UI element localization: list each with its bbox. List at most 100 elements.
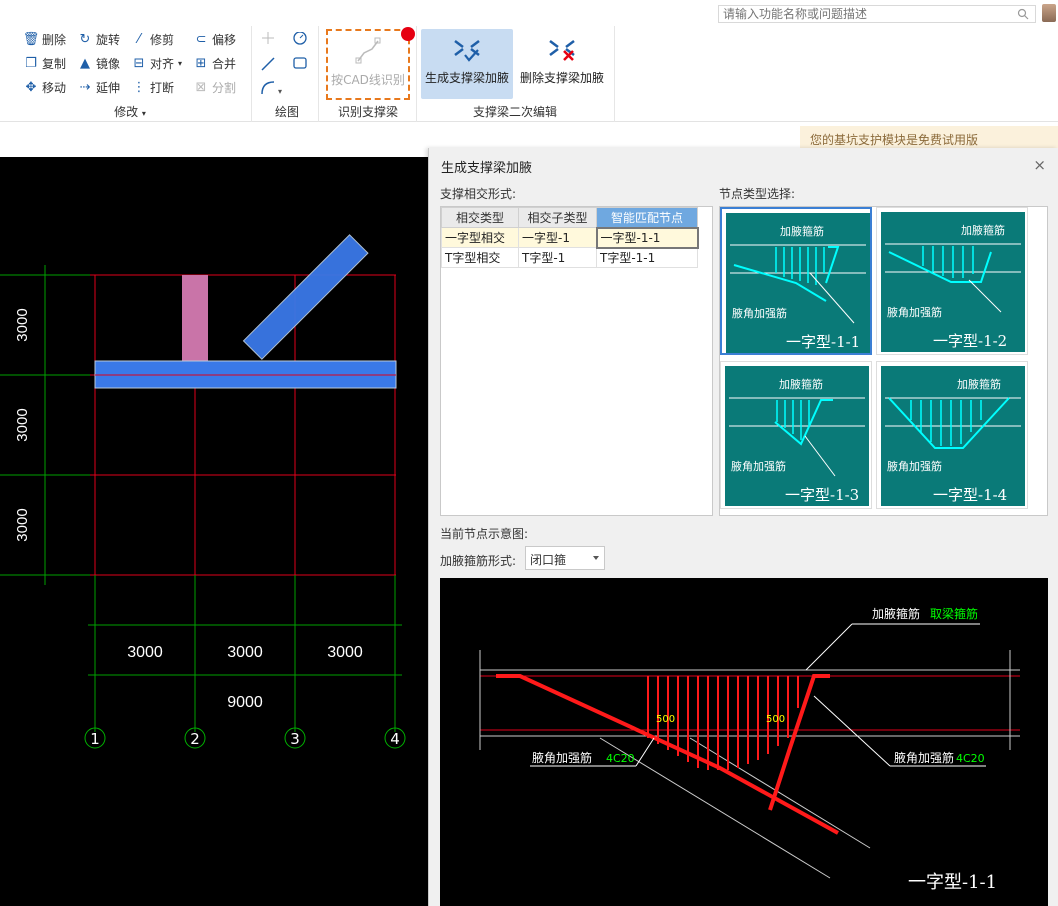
merge-tool[interactable]: ⊞ 合并 [194,53,236,73]
draw-tools[interactable]: ▾ [260,32,312,96]
node-preview: 500 500 加腋箍筋 取梁箍筋 腋角加强筋 4C20 腋角加强筋 4C20 … [440,578,1048,906]
break-tool[interactable]: ⋮ 打断 [132,77,175,97]
ribbon-separator [318,26,319,122]
point-icon [262,32,274,44]
line-icon [261,57,275,71]
copy-icon: ❐ [25,55,37,71]
rebar-form-label: 加腋箍筋形式: [440,554,517,568]
node-preview-diagram: 500 500 加腋箍筋 取梁箍筋 腋角加强筋 4C20 腋角加强筋 4C20 … [479,606,1020,893]
offset-icon: ⊂ [195,31,207,47]
arc-icon: ▾ [261,81,282,96]
cell-type[interactable]: 一字型相交 [441,227,519,248]
search-input[interactable] [719,6,1009,22]
modify-expand-icon[interactable]: ▾ [142,109,146,118]
svg-text:▾: ▾ [278,87,282,96]
node-thumb-3[interactable]: 加腋箍筋 腋角加强筋 一字型-1-3 [720,361,872,509]
split-label: 分割 [212,80,237,95]
col-header-subtype: 相交子类型 [518,207,597,228]
cad-identify-label: 按CAD线识别 [331,73,405,87]
user-avatar[interactable] [1042,4,1056,22]
cell-type[interactable]: T字型相交 [441,247,519,268]
notification-dot [401,27,415,41]
node3-top-label: 加腋箍筋 [779,377,823,391]
delete-haunch-label: 删除支撑梁加腋 [519,71,604,85]
drawing-canvas[interactable]: 3000 3000 3000 3000 3000 3000 9000 1 2 3… [0,157,428,906]
intersect-section-label: 支撑相交形式: [440,187,517,201]
node-thumb-4[interactable]: 加腋箍筋 腋角加强筋 一字型-1-4 [876,361,1028,509]
align-tool[interactable]: ⊟ 对齐 ▾ [132,53,182,73]
trial-notice: 您的基坑支护模块是免费试用版 [800,126,1058,150]
rotate-tool[interactable]: ↻ 旋转 [78,29,120,49]
dim-v-3: 3000 [14,508,31,541]
cell-subtype[interactable]: 一字型-1 [518,227,597,248]
pink-strut [182,275,208,361]
modify-group-text: 修改 [114,105,139,119]
axis-bubbles [84,727,406,749]
align-icon: ⊟ [133,55,145,71]
node-thumb-2[interactable]: 加腋箍筋 腋角加强筋 一字型-1-2 [876,207,1028,355]
trim-icon: ⁄ [137,31,141,47]
search-box[interactable] [718,5,1036,23]
delete-tool[interactable]: 🗑 删除 [23,29,67,49]
merge-icon: ⊞ [195,55,207,71]
node-diagram-3: 加腋箍筋 腋角加强筋 一字型-1-3 [725,366,869,506]
cad-identify-button[interactable]: 按CAD线识别 [326,29,410,100]
extend-icon: ⇢ [79,79,91,95]
cell-subtype[interactable]: T字型-1 [518,247,597,268]
preview-dim-2: 500 [766,714,785,725]
table-row[interactable]: T字型相交 T字型-1 T字型-1-1 [441,247,698,268]
col-header-type: 相交类型 [441,207,519,228]
offset-tool[interactable]: ⊂ 偏移 [194,29,236,49]
ribbon-separator [251,26,252,122]
align-dropdown-icon: ▾ [178,58,183,68]
node4-top-label: 加腋箍筋 [957,377,1001,391]
intersect-table-panel: 相交类型 相交子类型 智能匹配节点 一字型相交 一字型-1 一字型-1-1 T字… [440,206,713,516]
cad-line-icon [355,37,381,64]
dim-total: 9000 [227,694,263,711]
cell-node[interactable]: T字型-1-1 [596,247,698,268]
modify-group-label: 修改 ▾ [100,103,160,120]
node-diagram-1: 加腋箍筋 腋角加强筋 一字型-1-1 [726,213,870,353]
node4-bottom-label: 腋角加强筋 [887,459,942,473]
delete-haunch-button[interactable]: 删除支撑梁加腋 [516,29,608,99]
delete-label: 删除 [42,32,67,47]
mirror-tool[interactable]: ▲ 镜像 [78,53,120,73]
node2-title: 一字型-1-2 [933,332,1007,350]
extend-tool[interactable]: ⇢ 延伸 [78,77,120,97]
generate-haunch-button[interactable]: 生成支撑梁加腋 [421,29,513,99]
preview-top-sub: 取梁箍筋 [930,606,978,621]
offset-label: 偏移 [212,32,237,47]
rebar-form-value: 闭口箍 [530,553,567,567]
move-icon: ✥ [25,79,37,95]
intersect-table: 相交类型 相交子类型 智能匹配节点 一字型相交 一字型-1 一字型-1-1 T字… [441,207,699,268]
dialog-title: 生成支撑梁加腋 [441,161,533,176]
node-diagram-4: 加腋箍筋 腋角加强筋 一字型-1-4 [881,366,1025,506]
rect-icon [293,57,307,69]
ribbon: 🗑 删除 ↻ 旋转 ⁄ 修剪 ⊂ 偏移 ❐ 复制 ▲ 镜像 ⊟ 对齐 ▾ ⊞ 合并 ✥ 移动 ⇢ 延伸… [0,26,1058,122]
plan-drawing[interactable]: 3000 3000 3000 3000 3000 3000 9000 1 2 3… [0,157,428,906]
dim-h-1: 3000 [127,644,163,661]
ribbon-separator [614,26,615,122]
copy-tool[interactable]: ❐ 复制 [24,53,66,73]
table-row[interactable]: 一字型相交 一字型-1 一字型-1-1 [441,226,699,249]
node-thumb-1[interactable]: 加腋箍筋 腋角加强筋 一字型-1-1 [720,207,872,355]
node1-title: 一字型-1-1 [786,333,860,351]
split-tool[interactable]: ⊠ 分割 [194,77,236,97]
move-tool[interactable]: ✥ 移动 [24,77,66,97]
node-diagram-2: 加腋箍筋 腋角加强筋 一字型-1-2 [881,212,1025,352]
node1-bottom-label: 腋角加强筋 [732,306,787,320]
generate-haunch-label: 生成支撑梁加腋 [424,71,509,85]
rotate-label: 旋转 [96,32,121,47]
merge-label: 合并 [212,56,237,71]
align-label: 对齐 [150,56,175,71]
node1-top-label: 加腋箍筋 [780,224,824,238]
trim-tool[interactable]: ⁄ 修剪 [132,29,174,49]
close-icon[interactable]: × [1033,156,1046,174]
rebar-form-select[interactable]: 闭口箍 [525,546,605,570]
break-icon: ⋮ [132,79,146,95]
preview-top-label: 加腋箍筋 [872,606,920,621]
cell-node[interactable]: 一字型-1-1 [595,226,699,249]
search-icon[interactable] [1017,8,1029,20]
break-label: 打断 [150,80,175,95]
ribbon-separator [416,26,417,122]
